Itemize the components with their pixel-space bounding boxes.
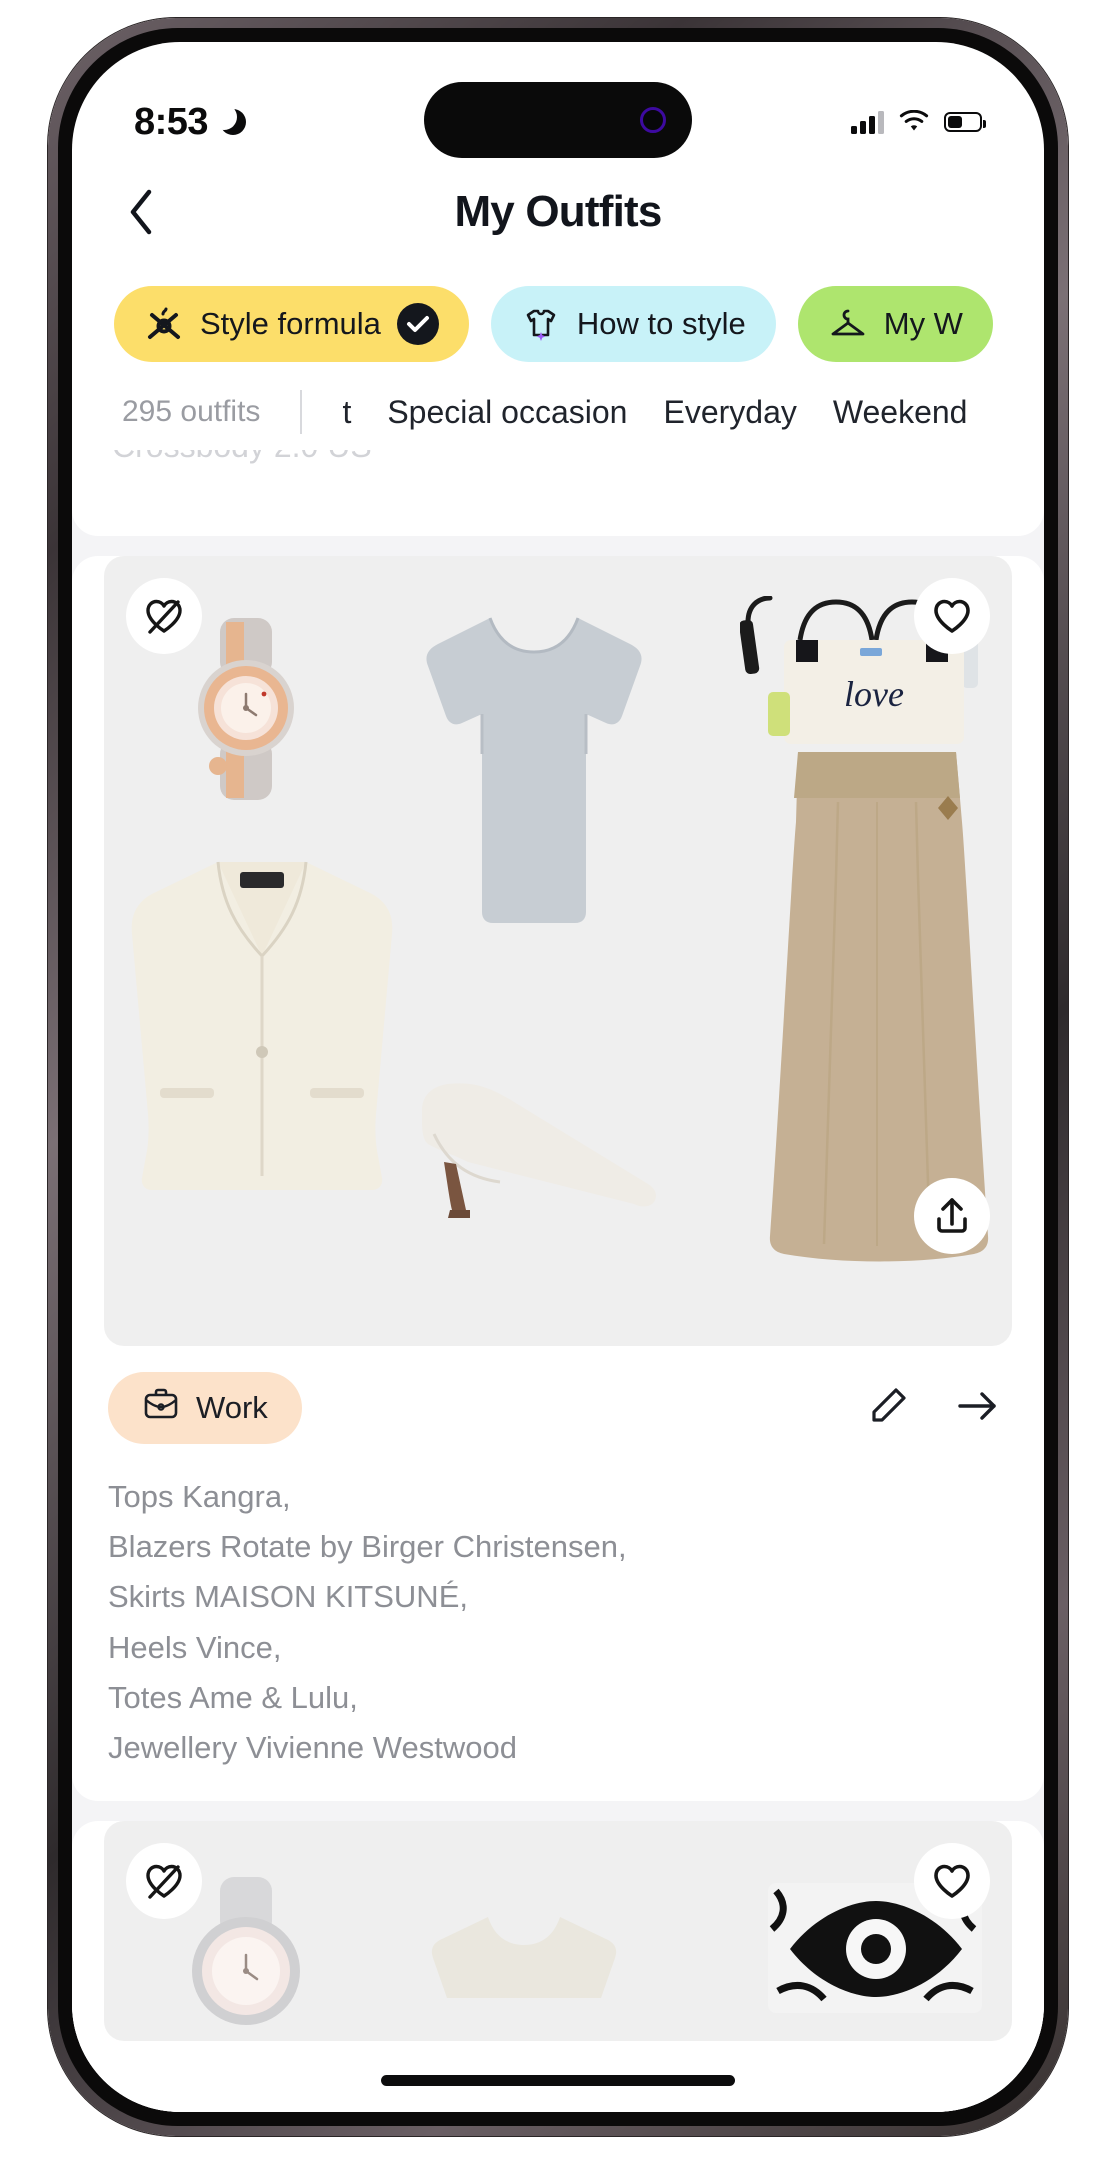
dislike-button[interactable]: [126, 578, 202, 654]
filter-item-weekend[interactable]: Weekend: [833, 394, 968, 431]
status-badge-label: Work: [196, 1390, 268, 1425]
status-bar-left: 8:53: [134, 100, 247, 144]
chip-label: How to style: [576, 306, 746, 341]
arrow-right-icon: [958, 1391, 996, 1420]
crescent-moon-icon: [211, 104, 247, 135]
blazer-image: [131, 861, 393, 1190]
phone-bezel: 8:53 My Outfits Style formula How to sty…: [58, 28, 1058, 2126]
outfit-meta-row: Work: [108, 1372, 1008, 1444]
outfit-count-label: 295 outfits: [122, 395, 261, 428]
heel-shoe-image: [422, 1083, 656, 1218]
pencil-icon: [872, 1387, 906, 1422]
status-bar-right: [851, 110, 986, 134]
edit-button[interactable]: [866, 1384, 910, 1433]
dynamic-island: [424, 82, 692, 158]
phone-frame: 8:53 My Outfits Style formula How to sty…: [48, 18, 1068, 2136]
outfit-item-line: Jewellery Vivienne Westwood: [108, 1730, 517, 1766]
filter-item-everyday[interactable]: Everyday: [663, 394, 796, 431]
tshirt-sparkle-icon: [521, 304, 561, 344]
previous-outfit-card[interactable]: Crossbody 2.0 US: [72, 450, 1044, 536]
front-camera-icon: [640, 107, 666, 133]
chip-label: Style formula: [200, 306, 381, 341]
next-outfit-card[interactable]: [72, 1821, 1044, 2070]
check-circle-icon: [396, 303, 439, 345]
dislike-button-next[interactable]: [126, 1843, 202, 1920]
outfit-item-line: Blazers Rotate by Birger Christensen,: [108, 1529, 627, 1565]
next-outfit-collage[interactable]: [104, 1821, 1012, 2042]
filter-item-special-occasion[interactable]: Special occasion: [387, 394, 627, 431]
previous-card-clip: Crossbody 2.0 US: [72, 450, 1044, 508]
back-button[interactable]: [114, 185, 168, 239]
top-image-next: [431, 1917, 617, 1999]
home-indicator[interactable]: [381, 2075, 735, 2086]
status-time: 8:53: [134, 100, 209, 143]
favorite-button[interactable]: [914, 578, 990, 654]
chevron-left-icon: [130, 189, 152, 235]
outfit-item-line: Heels Vince,: [108, 1629, 282, 1665]
outfit-feed[interactable]: Crossbody 2.0 US: [72, 450, 1044, 2112]
outfit-item-line: Skirts MAISON KITSUNÉ,: [108, 1579, 468, 1615]
chip-style-formula[interactable]: Style formula: [114, 286, 469, 362]
status-badge[interactable]: Work: [108, 1372, 302, 1444]
hanger-icon: [828, 304, 868, 344]
phone-screen: 8:53 My Outfits Style formula How to sty…: [72, 42, 1044, 2112]
chip-label: My W: [883, 306, 963, 341]
favorite-button-next[interactable]: [914, 1843, 990, 1920]
heart-slash-icon: [146, 1865, 182, 1900]
next-button[interactable]: [954, 1384, 1002, 1433]
previous-card-item-text: Crossbody 2.0 US: [112, 450, 372, 465]
category-chips-row[interactable]: Style formula How to style My W: [72, 274, 1044, 374]
outfit-item-line: Tops Kangra,: [108, 1479, 291, 1514]
outfit-collage[interactable]: love: [104, 556, 1012, 1346]
heart-slash-icon: [146, 599, 182, 634]
filter-divider: [300, 390, 303, 434]
outfit-items-list: Tops Kangra, Blazers Rotate by Birger Ch…: [108, 1472, 1008, 1773]
app-header: My Outfits: [72, 168, 1044, 256]
filter-row[interactable]: 295 outfits t Special occasion Everyday …: [72, 374, 1044, 450]
outfit-card[interactable]: love Work Tops Kangra, Blazers Rotate by…: [72, 556, 1044, 1802]
chip-my-wardrobe[interactable]: My W: [797, 286, 993, 362]
tshirt-image: [426, 617, 642, 923]
wifi-icon: [898, 110, 930, 134]
briefcase-icon: [142, 1387, 180, 1429]
outfit-action-icons: [866, 1384, 1008, 1433]
chip-how-to-style[interactable]: How to style: [490, 286, 776, 362]
filter-item-t[interactable]: t: [342, 394, 351, 431]
battery-icon: [944, 112, 986, 132]
heart-icon: [934, 599, 970, 633]
outfit-item-line: Totes Ame & Lulu,: [108, 1679, 358, 1715]
heart-icon: [934, 1865, 970, 1899]
style-formula-icon: [144, 304, 184, 344]
screenshot-stage: 8:53 My Outfits Style formula How to sty…: [0, 0, 1116, 2160]
share-upload-icon: [937, 1198, 967, 1233]
svg-text:love: love: [844, 674, 904, 714]
page-title: My Outfits: [454, 187, 662, 236]
share-button[interactable]: [914, 1178, 990, 1254]
cellular-signal-icon: [851, 110, 884, 134]
